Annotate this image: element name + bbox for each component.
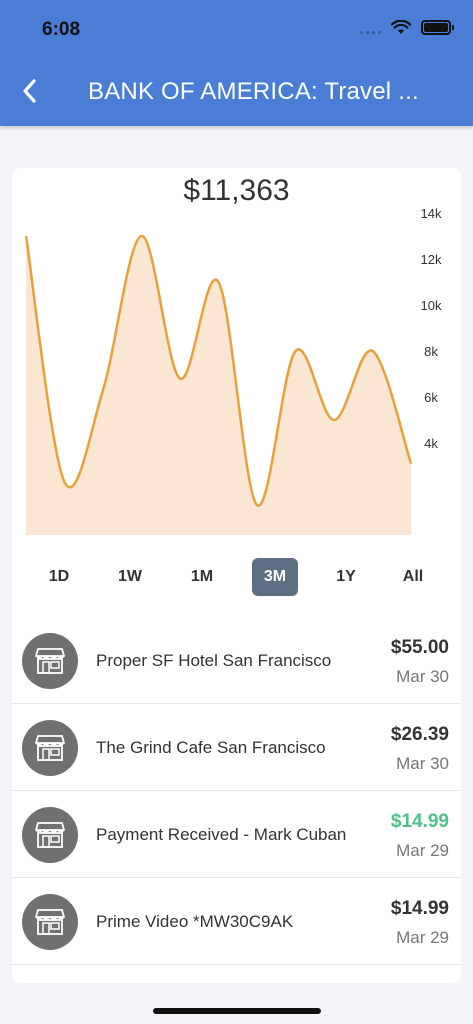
transaction-amount: $14.99 [390,811,449,832]
transaction-row[interactable]: Payment Received - Mark Cuban $14.99 Mar 2… [12,791,461,878]
page-title: BANK OF AMERICA: Travel ... [88,78,419,105]
status-bar: 6:08 [0,0,473,56]
transaction-name: Proper SF Hotel San Francisco [96,651,332,670]
transaction-name: Payment Received - Mark Cuban [96,825,347,844]
back-button[interactable] [12,74,46,108]
balance-chart: 14k 12k 10k 8k 6k 4k [24,208,442,536]
account-card: $11,363 14k 12k 10k 8k 6k 4k 1D 1W 1M 3M 1Y All Pr… [12,168,461,983]
transaction-amount: $14.99 [390,898,449,919]
storefront-icon [35,647,65,675]
range-1w-button[interactable]: 1W [110,558,150,596]
transaction-amount: $55.00 [390,637,449,658]
merchant-avatar [22,807,78,863]
y-tick-label: 14k [421,208,442,221]
storefront-icon [35,734,65,762]
status-icons [360,20,454,35]
battery-icon [421,20,454,35]
range-3m-button[interactable]: 3M [252,558,298,596]
transaction-row[interactable]: The Grind Cafe San Francisco $26.39 Mar 30 [12,704,461,791]
home-indicator [153,1008,321,1014]
storefront-icon [35,821,65,849]
storefront-icon [35,908,65,936]
transaction-date: Mar 30 [396,667,449,686]
chevron-left-icon [23,79,36,103]
y-tick-label: 10k [421,298,442,313]
status-time: 6:08 [42,19,81,40]
transaction-row[interactable]: Proper SF Hotel San Francisco $55.00 Mar 3… [12,617,461,704]
range-all-button[interactable]: All [393,558,433,596]
range-1m-button[interactable]: 1M [182,558,222,596]
y-tick-label: 8k [424,344,438,359]
y-tick-label: 6k [424,390,438,405]
transaction-row[interactable]: Prime Video *MW30C9AK $14.99 Mar 29 [12,878,461,965]
nav-bar: BANK OF AMERICA: Travel ... [0,56,473,126]
range-selector: 1D 1W 1M 3M 1Y All [12,558,461,598]
range-1d-button[interactable]: 1D [39,558,79,596]
transaction-date: Mar 29 [396,841,449,860]
transaction-name: The Grind Cafe San Francisco [96,738,326,757]
wifi-icon [391,20,411,34]
y-tick-label: 12k [421,252,442,267]
y-tick-label: 4k [424,436,438,451]
transaction-amount: $26.39 [390,724,449,745]
transaction-list: Proper SF Hotel San Francisco $55.00 Mar 3… [12,617,461,965]
transaction-date: Mar 29 [396,928,449,947]
transaction-name: Prime Video *MW30C9AK [96,912,294,931]
merchant-avatar [22,633,78,689]
merchant-avatar [22,720,78,776]
balance-value: $11,363 [183,174,290,207]
transaction-date: Mar 30 [396,754,449,773]
merchant-avatar [22,894,78,950]
cellular-signal-icon [360,22,381,34]
range-1y-button[interactable]: 1Y [326,558,366,596]
